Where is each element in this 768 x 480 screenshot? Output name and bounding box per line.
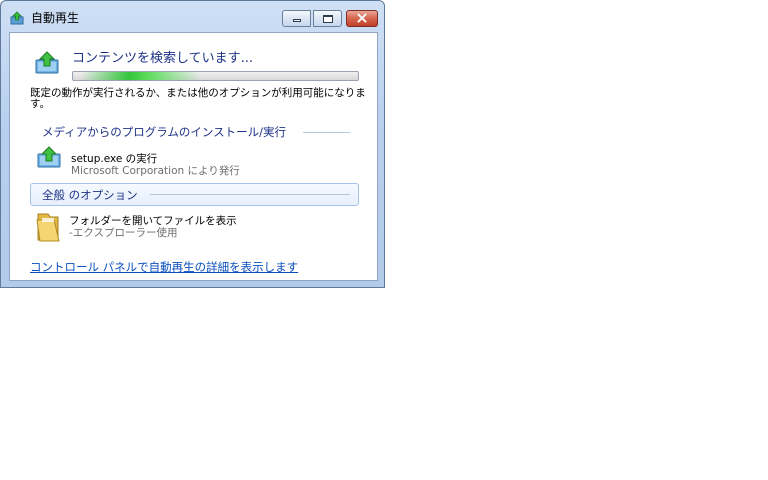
section-divider bbox=[150, 194, 350, 195]
dialog-content: コンテンツを検索しています... 既定の動作が実行されるか、または他のオプション… bbox=[9, 32, 378, 281]
close-button[interactable] bbox=[346, 10, 378, 27]
option-run-setup-publisher: Microsoft Corporation により発行 bbox=[71, 165, 240, 177]
section-divider bbox=[303, 132, 350, 133]
autoplay-icon bbox=[10, 10, 24, 29]
autoplay-search-icon bbox=[34, 50, 60, 80]
title-bar[interactable]: 自動再生 bbox=[1, 1, 384, 31]
autoplay-window: 自動再生 コンテンツを検索しています... 既定の動作が実行されるか、または他の… bbox=[0, 0, 385, 288]
minimize-button[interactable] bbox=[282, 10, 311, 27]
window-title: 自動再生 bbox=[31, 11, 80, 25]
maximize-button[interactable] bbox=[313, 10, 342, 27]
close-icon bbox=[357, 13, 367, 23]
status-description: 既定の動作が実行されるか、または他のオプションが利用可能になります。 bbox=[30, 87, 366, 110]
control-panel-link[interactable]: コントロール パネルで自動再生の詳細を表示します bbox=[30, 259, 298, 275]
minimize-icon bbox=[293, 19, 301, 22]
folder-icon[interactable] bbox=[34, 210, 62, 248]
section-heading-general: 全般 のオプション bbox=[42, 188, 138, 202]
install-arrow-icon[interactable] bbox=[36, 146, 62, 174]
status-heading: コンテンツを検索しています... bbox=[72, 51, 254, 66]
maximize-icon bbox=[323, 15, 333, 23]
section-heading-install: メディアからのプログラムのインストール/実行 bbox=[42, 125, 286, 139]
option-open-folder-detail: -エクスプローラー使用 bbox=[69, 227, 178, 239]
progress-indicator bbox=[81, 72, 201, 80]
search-progress-bar bbox=[72, 71, 359, 81]
